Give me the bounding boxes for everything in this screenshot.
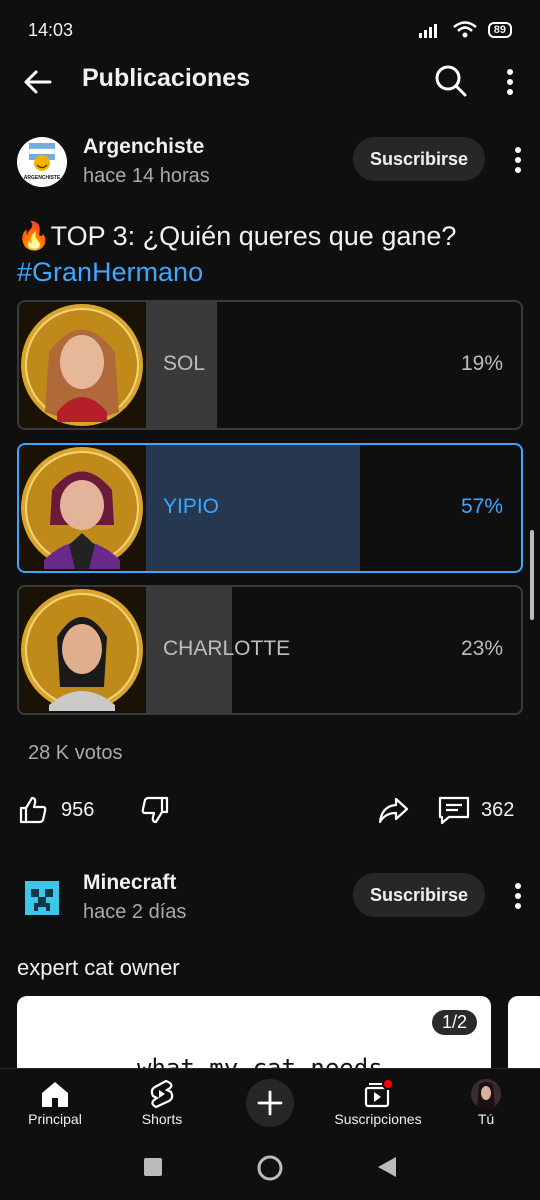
nav-label: Principal xyxy=(28,1111,82,1127)
bottom-nav: Principal Shorts Suscripciones Tú xyxy=(0,1068,540,1138)
post-actions: 956 362 xyxy=(0,790,540,834)
minecraft-creeper-icon xyxy=(25,881,59,915)
post-menu-icon[interactable] xyxy=(508,145,528,175)
nav-you[interactable]: Tú xyxy=(431,1077,540,1127)
page-title: Publicaciones xyxy=(82,64,251,92)
hashtag-link[interactable]: #GranHermano xyxy=(17,257,203,287)
svg-text:ARGENCHISTE: ARGENCHISTE xyxy=(24,175,61,181)
comment-icon[interactable] xyxy=(437,794,471,826)
fire-emoji-icon: 🔥 xyxy=(17,221,51,251)
page-badge: 1/2 xyxy=(431,1010,477,1035)
comment-count: 362 xyxy=(481,799,515,821)
subscriptions-icon xyxy=(364,1078,394,1108)
shorts-icon xyxy=(150,1079,174,1109)
status-time: 14:03 xyxy=(28,19,74,40)
poll-option-label: SOL xyxy=(163,352,206,375)
poll-option-sol[interactable]: SOL 19% xyxy=(17,300,523,430)
poll-option-charlotte[interactable]: CHARLOTTE 23% xyxy=(17,585,523,715)
post-menu-icon[interactable] xyxy=(508,881,528,911)
back-arrow-icon[interactable] xyxy=(22,66,54,98)
poll-option-percent: 19% xyxy=(460,352,503,375)
poll-option-yipio[interactable]: YIPIO 57% xyxy=(17,443,523,573)
battery-icon: 89 xyxy=(487,22,512,38)
post-time: hace 2 días xyxy=(83,901,187,923)
poll-option-percent: 57% xyxy=(460,495,503,518)
post-text: 🔥TOP 3: ¿Quién queres que gane? #GranHer… xyxy=(17,218,527,290)
home-button-icon[interactable] xyxy=(256,1154,284,1182)
post-header: Minecraft hace 2 días Suscribirse xyxy=(0,871,540,943)
more-vert-icon[interactable] xyxy=(496,66,524,98)
post-header: ARGENCHISTE Argenchiste hace 14 horas Su… xyxy=(0,135,540,207)
system-nav-bar xyxy=(0,1138,540,1200)
vote-count: 28 K votos xyxy=(28,742,123,764)
channel-name[interactable]: Minecraft xyxy=(83,871,176,895)
dislike-icon[interactable] xyxy=(139,794,171,826)
home-icon xyxy=(42,1082,68,1107)
channel-name[interactable]: Argenchiste xyxy=(83,135,204,159)
post-body: expert cat owner xyxy=(17,955,180,980)
subscribe-button[interactable]: Suscribirse xyxy=(353,137,485,181)
contestant-photo xyxy=(19,445,146,571)
post-time: hace 14 horas xyxy=(83,165,210,187)
poll-option-label: YIPIO xyxy=(163,495,220,518)
channel-avatar[interactable] xyxy=(17,873,67,923)
nav-label: Suscripciones xyxy=(334,1111,422,1127)
back-button-icon[interactable] xyxy=(376,1155,398,1179)
app-bar: Publicaciones xyxy=(0,60,540,104)
like-icon[interactable] xyxy=(17,794,49,826)
status-bar: 14:03 89 xyxy=(0,0,540,60)
nav-home[interactable]: Principal xyxy=(0,1077,110,1127)
nav-shorts[interactable]: Shorts xyxy=(107,1077,217,1127)
argenchiste-logo-icon: ARGENCHISTE xyxy=(24,143,61,181)
share-icon[interactable] xyxy=(376,794,410,826)
channel-avatar[interactable]: ARGENCHISTE xyxy=(17,137,67,187)
scrollbar[interactable] xyxy=(530,530,534,620)
signal-icon xyxy=(418,24,437,38)
nav-label: Tú xyxy=(477,1111,495,1127)
like-count: 956 xyxy=(61,799,95,821)
recents-icon[interactable] xyxy=(143,1157,163,1177)
nav-label: Shorts xyxy=(141,1111,183,1127)
poll-option-percent: 23% xyxy=(460,637,503,660)
wifi-icon xyxy=(452,21,477,38)
poll-option-label: CHARLOTTE xyxy=(163,637,291,660)
subscribe-button[interactable]: Suscribirse xyxy=(353,873,485,917)
search-icon[interactable] xyxy=(434,64,468,98)
post-body: TOP 3: ¿Quién queres que gane? xyxy=(50,221,457,251)
plus-icon xyxy=(257,1090,283,1116)
contestant-photo xyxy=(19,587,146,713)
create-button[interactable] xyxy=(246,1079,294,1127)
contestant-photo xyxy=(19,302,146,428)
nav-subscriptions[interactable]: Suscripciones xyxy=(323,1077,433,1127)
status-icons: 89 xyxy=(418,21,512,39)
user-avatar xyxy=(471,1079,501,1109)
